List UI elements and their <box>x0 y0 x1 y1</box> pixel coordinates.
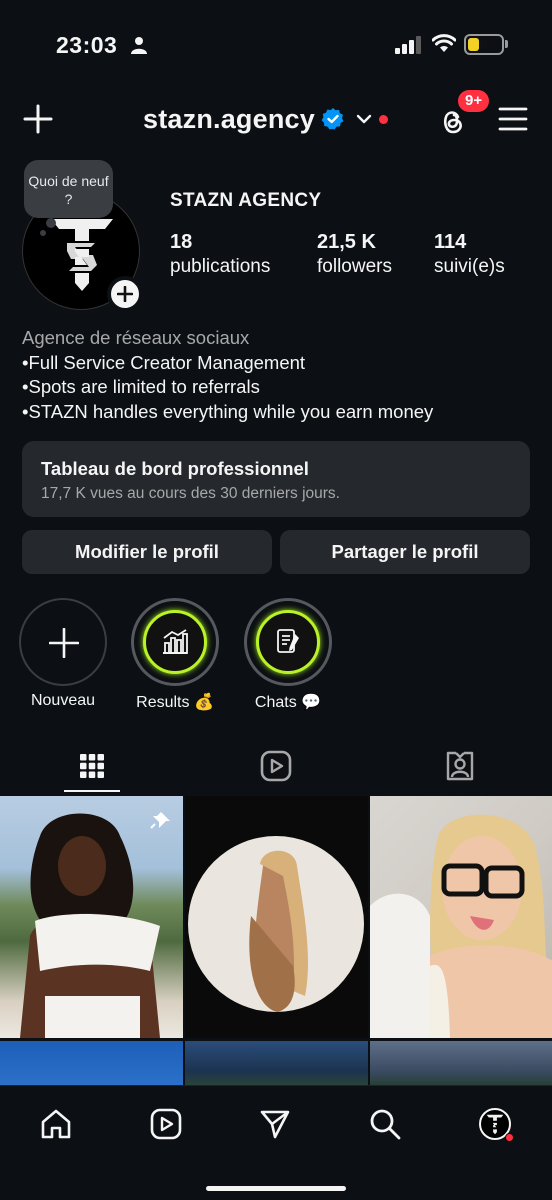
bio: Agence de réseaux sociaux •Full Service … <box>22 326 433 424</box>
status-time: 23:03 <box>56 32 118 58</box>
threads-badge: 9+ <box>458 90 490 112</box>
tab-tagged[interactable] <box>368 740 552 792</box>
tab-grid[interactable] <box>0 740 184 792</box>
nav-reels[interactable] <box>146 1104 186 1144</box>
post-thumbnail[interactable] <box>185 1041 368 1091</box>
bio-category: Agence de réseaux sociaux <box>22 327 250 348</box>
display-name: STAZN AGENCY <box>170 190 322 211</box>
edit-profile-button[interactable]: Modifier le profil <box>22 530 272 574</box>
bio-line: •STAZN handles everything while you earn… <box>22 400 434 422</box>
dashboard-title: Tableau de bord professionnel <box>41 458 309 479</box>
stat-value: 21,5 K <box>317 231 376 253</box>
signal-icon <box>395 36 421 54</box>
stat-posts[interactable]: 18 publications <box>170 230 270 279</box>
plus-icon <box>49 628 79 658</box>
pin-icon <box>150 809 170 829</box>
status-bar: 23:03 6 <box>0 0 552 90</box>
highlight-new[interactable]: Nouveau <box>19 598 107 710</box>
tagged-icon <box>446 751 474 781</box>
share-profile-button[interactable]: Partager le profil <box>280 530 530 574</box>
username: stazn.agency <box>143 103 315 134</box>
stat-label: publications <box>170 256 271 277</box>
professional-dashboard[interactable]: Tableau de bord professionnel 17,7 K vue… <box>22 441 530 517</box>
post-thumbnail[interactable] <box>185 796 368 1038</box>
post-thumbnail[interactable] <box>0 1041 183 1091</box>
stat-label: suivi(e)s <box>434 256 505 277</box>
notification-dot <box>505 1133 514 1142</box>
stat-label: followers <box>317 256 392 277</box>
stat-value: 114 <box>434 231 467 253</box>
post-figure <box>20 813 160 1038</box>
stat-followers[interactable]: 21,5 K followers <box>317 230 392 279</box>
person-icon <box>131 37 147 54</box>
nav-search[interactable] <box>365 1104 405 1144</box>
battery-icon: 6 <box>464 34 504 55</box>
account-switcher[interactable]: stazn.agency <box>143 101 388 137</box>
profile-header: stazn.agency 9+ <box>0 90 552 145</box>
stazn-logo <box>51 219 113 291</box>
highlight-label: Results 💰 <box>136 694 214 711</box>
reels-icon <box>150 1108 182 1140</box>
bio-line: •Spots are limited to referrals <box>22 376 260 397</box>
chart-icon <box>163 629 188 654</box>
nav-home[interactable] <box>36 1104 76 1144</box>
note-text: Quoi de neuf ? <box>28 173 109 207</box>
note-bubble[interactable]: Quoi de neuf ? <box>24 160 113 218</box>
highlight-label: Nouveau <box>30 692 96 709</box>
reels-icon <box>260 750 292 782</box>
post-thumbnail[interactable] <box>0 796 183 1038</box>
chevron-down-icon <box>356 114 372 124</box>
notification-dot <box>378 114 388 124</box>
send-icon <box>260 1110 290 1139</box>
menu-icon[interactable] <box>498 105 528 133</box>
post-figure <box>188 836 364 1012</box>
dashboard-subtitle: 17,7 K vues au cours des 30 derniers jou… <box>41 485 340 502</box>
tab-reels[interactable] <box>184 740 368 792</box>
grid-icon <box>80 754 104 778</box>
add-story-button[interactable] <box>107 276 143 312</box>
bottom-navigation <box>0 1085 552 1200</box>
create-icon[interactable] <box>22 103 54 135</box>
home-indicator <box>206 1186 346 1191</box>
document-icon <box>277 629 299 653</box>
post-thumbnail[interactable] <box>370 1041 552 1091</box>
post-figure <box>370 814 552 1038</box>
plus-icon <box>117 286 133 302</box>
post-thumbnail[interactable] <box>370 796 552 1038</box>
bio-line: •Full Service Creator Management <box>22 351 306 373</box>
stazn-logo <box>486 1114 504 1135</box>
search-icon <box>370 1109 401 1140</box>
nav-messages[interactable] <box>255 1104 295 1144</box>
stat-following[interactable]: 114 suivi(e)s <box>434 230 505 279</box>
battery-level: 6 <box>480 36 488 52</box>
nav-profile[interactable] <box>475 1104 515 1144</box>
active-tab-indicator <box>64 790 120 792</box>
verified-icon <box>321 108 344 130</box>
home-icon <box>41 1109 71 1139</box>
stat-value: 18 <box>170 231 193 253</box>
highlight-results[interactable]: Results 💰 <box>131 598 219 712</box>
profile-avatar <box>479 1108 514 1142</box>
highlight-label: Chats 💬 <box>254 694 322 711</box>
wifi-icon <box>432 34 456 52</box>
highlight-chats[interactable]: Chats 💬 <box>244 598 332 712</box>
profile-tabs <box>0 740 552 795</box>
